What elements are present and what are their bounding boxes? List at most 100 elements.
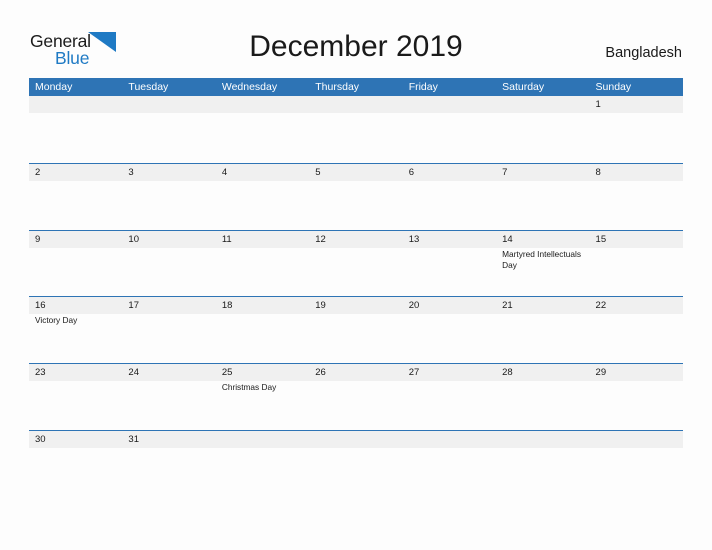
- weekday-header-monday: Monday: [35, 81, 73, 93]
- day-number: 18: [221, 300, 233, 312]
- day-cell[interactable]: 4: [216, 164, 309, 230]
- day-number: 26: [315, 367, 326, 379]
- day-cell[interactable]: 17: [122, 297, 215, 363]
- calendar-weeks-body: 1 2 3 4 5 6 7 8 9 10 11 12 13 14 Martyred Intellectual…: [29, 96, 683, 497]
- day-cell[interactable]: 25 Christmas Day: [216, 364, 309, 430]
- day-cell[interactable]: 22: [590, 297, 683, 363]
- day-number: 31: [128, 433, 139, 445]
- day-cell[interactable]: 10: [122, 231, 215, 297]
- day-cell[interactable]: 21: [496, 297, 589, 363]
- day-number: 13: [408, 233, 420, 245]
- day-cell[interactable]: 13: [403, 231, 496, 297]
- day-number: 10: [128, 233, 139, 245]
- week-cells: 23 24 25 Christmas Day 26 27 28 29: [29, 364, 683, 430]
- day-cell[interactable]: 8: [590, 164, 683, 230]
- weekday-header-sunday: Sunday: [595, 81, 632, 93]
- day-cell[interactable]: 14 Martyred Intellectuals Day: [496, 231, 589, 297]
- week-cells: 1: [29, 96, 683, 163]
- calendar-table: Monday Tuesday Wednesday Thursday Friday…: [29, 78, 683, 497]
- day-cell-empty: [403, 431, 496, 497]
- day-cell[interactable]: 24: [122, 364, 215, 430]
- day-cell-empty: [122, 96, 215, 163]
- day-number: 17: [128, 300, 139, 312]
- day-number: 9: [35, 233, 41, 245]
- weekday-header-wednesday: Wednesday: [221, 81, 278, 93]
- day-cell-empty: [403, 96, 496, 163]
- holiday-label: Christmas Day: [221, 382, 277, 393]
- day-cell[interactable]: 9: [29, 231, 122, 297]
- holiday-label: Martyred Intellectuals Day: [502, 248, 581, 271]
- week-cells: 2 3 4 5 6 7 8: [29, 164, 683, 230]
- day-number: 20: [408, 300, 420, 312]
- day-cell[interactable]: 23: [29, 364, 122, 430]
- calendar-week-row: 30 31: [29, 429, 683, 497]
- day-cell[interactable]: 6: [403, 164, 496, 230]
- weekday-header-saturday: Saturday: [502, 81, 545, 93]
- week-cells: 16 Victory Day 17 18 19 20 21 22: [29, 297, 683, 363]
- holiday-label: Victory Day: [35, 315, 78, 326]
- day-number: 14: [502, 233, 513, 245]
- day-number: 5: [315, 166, 321, 178]
- day-number: 11: [221, 233, 232, 245]
- day-number: 2: [35, 166, 41, 178]
- page-header: General Blue December 2019 Bangladesh: [0, 0, 712, 78]
- day-cell[interactable]: 28: [496, 364, 589, 430]
- country-label: Bangladesh: [605, 45, 682, 61]
- day-number: 30: [35, 433, 46, 445]
- day-cell[interactable]: 27: [403, 364, 496, 430]
- day-number: 7: [502, 166, 508, 178]
- weekday-header-tuesday: Tuesday: [128, 81, 169, 93]
- day-cell-empty: [216, 96, 309, 163]
- day-number: 29: [595, 367, 607, 379]
- day-cell-empty: [29, 96, 122, 163]
- day-number: 19: [315, 300, 326, 312]
- day-cell-empty: [590, 431, 683, 497]
- calendar-page: General Blue December 2019 Bangladesh Mo…: [0, 0, 712, 550]
- calendar-week-row: 16 Victory Day 17 18 19 20 21 22: [29, 296, 683, 363]
- calendar-weekday-header-row: Monday Tuesday Wednesday Thursday Friday…: [29, 78, 683, 96]
- day-cell[interactable]: 11: [216, 231, 309, 297]
- day-number: 6: [408, 166, 414, 178]
- day-number: 21: [502, 300, 513, 312]
- day-number: 22: [595, 300, 607, 312]
- day-number: 1: [595, 99, 601, 110]
- day-number: 23: [35, 367, 46, 379]
- day-cell[interactable]: 30: [29, 431, 122, 497]
- day-cell[interactable]: 16 Victory Day: [29, 297, 122, 363]
- day-cell[interactable]: 19: [309, 297, 402, 363]
- calendar-week-row: 23 24 25 Christmas Day 26 27 28 29: [29, 363, 683, 430]
- day-number: 12: [315, 233, 326, 245]
- day-cell-empty: [216, 431, 309, 497]
- week-cells: 30 31: [29, 431, 683, 497]
- day-cell[interactable]: 3: [122, 164, 215, 230]
- calendar-week-row: 2 3 4 5 6 7 8: [29, 162, 683, 230]
- day-cell[interactable]: 31: [122, 431, 215, 497]
- day-cell[interactable]: 7: [496, 164, 589, 230]
- day-cell-empty: [309, 96, 402, 163]
- day-number: 27: [408, 367, 420, 379]
- day-cell[interactable]: 26: [309, 364, 402, 430]
- day-cell[interactable]: 1: [590, 96, 683, 163]
- day-number: 16: [35, 300, 46, 312]
- day-cell[interactable]: 20: [403, 297, 496, 363]
- weekday-header-thursday: Thursday: [315, 81, 360, 93]
- day-cell[interactable]: 15: [590, 231, 683, 297]
- day-cell-empty: [496, 431, 589, 497]
- calendar-week-row: 9 10 11 12 13 14 Martyred Intellectuals Day 15: [29, 229, 683, 297]
- day-number: 28: [502, 367, 513, 379]
- day-cell[interactable]: 29: [590, 364, 683, 430]
- day-number: 25: [221, 367, 233, 379]
- day-cell[interactable]: 5: [309, 164, 402, 230]
- day-cell[interactable]: 2: [29, 164, 122, 230]
- day-number: 15: [595, 233, 607, 245]
- day-cell[interactable]: 18: [216, 297, 309, 363]
- calendar-week-row: 1: [29, 96, 683, 163]
- day-number: 24: [128, 367, 139, 379]
- day-cell[interactable]: 12: [309, 231, 402, 297]
- day-number: 3: [128, 166, 134, 178]
- day-number: 4: [221, 166, 228, 178]
- week-cells: 9 10 11 12 13 14 Martyred Intellectuals Day 15: [29, 231, 683, 297]
- day-cell-empty: [496, 96, 589, 163]
- day-cell-empty: [309, 431, 402, 497]
- weekday-header-friday: Friday: [408, 81, 438, 93]
